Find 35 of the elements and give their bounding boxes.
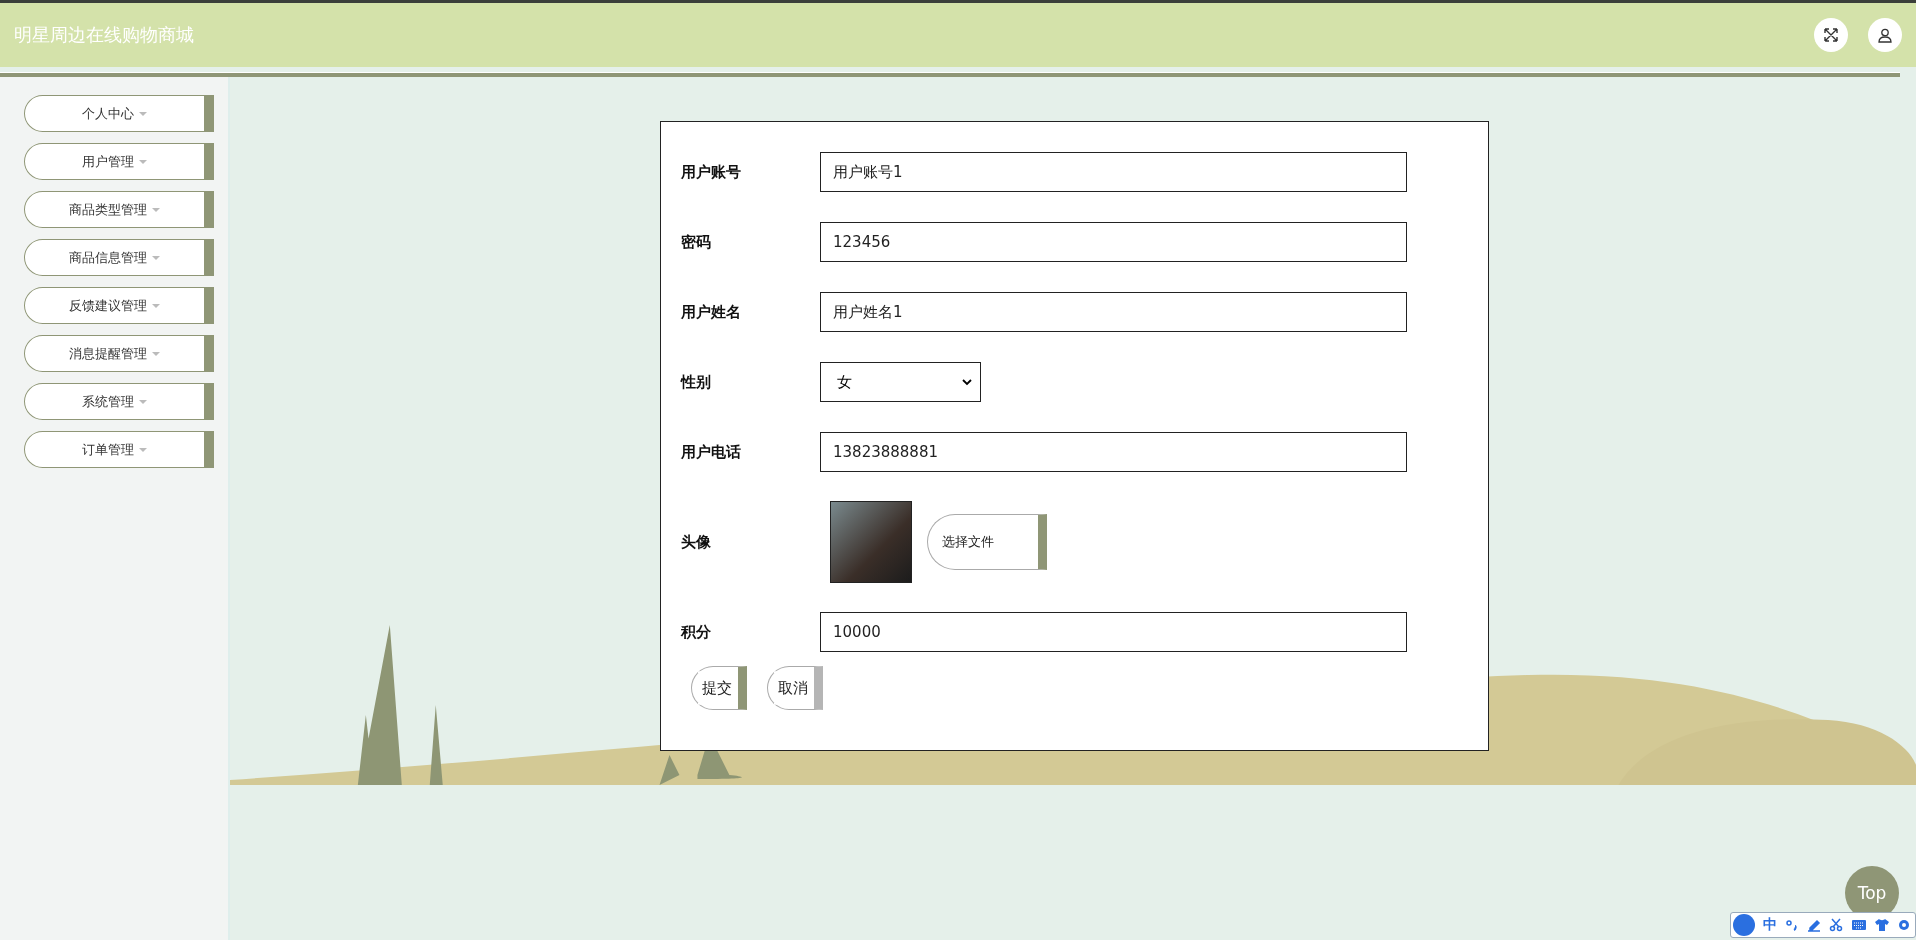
sidebar-menu-item[interactable]: 反馈建议管理 [24,287,214,324]
field-label: 积分 [681,622,712,642]
field-label: 头像 [681,532,712,552]
sidebar-menu-item[interactable]: 用户管理 [24,143,214,180]
settings-icon[interactable] [1897,918,1911,932]
pen-icon[interactable] [1807,918,1821,932]
form-button[interactable]: 取消 [767,666,823,710]
user-icon[interactable] [1868,18,1902,52]
sidebar-menu-item[interactable]: 个人中心 [24,95,214,132]
ime-mode-toggle[interactable]: 中 [1763,916,1777,934]
form-button[interactable]: 提交 [691,666,747,710]
input-field[interactable]: 123456 [820,222,1407,262]
field-label: 用户姓名 [681,302,742,322]
sidebar-menu-item[interactable]: 订单管理 [24,431,214,468]
site-title: 明星周边在线购物商城 [14,23,194,47]
sidebar-menu-item[interactable]: 商品信息管理 [24,239,214,276]
input-field[interactable]: 用户姓名1 [820,292,1407,332]
punctuation-icon[interactable] [1785,918,1799,932]
chevron-down-icon [962,378,972,386]
input-field[interactable]: 13823888881 [820,432,1407,472]
keyboard-icon[interactable] [1851,918,1867,932]
fullscreen-icon[interactable] [1814,18,1848,52]
field-label: 用户账号 [681,162,742,182]
choose-file-button[interactable]: 选择文件 [927,514,1047,570]
shirt-icon[interactable] [1875,918,1889,932]
sidebar-menu-item[interactable]: 消息提醒管理 [24,335,214,372]
scissors-icon[interactable] [1829,918,1843,932]
select-field[interactable]: 女 [820,362,981,402]
sidebar-menu-item[interactable]: 商品类型管理 [24,191,214,228]
input-field[interactable]: 用户账号1 [820,152,1407,192]
input-field[interactable]: 10000 [820,612,1407,652]
sidebar-menu-item[interactable]: 系统管理 [24,383,214,420]
field-label: 用户电话 [681,442,742,462]
field-label: 性别 [681,372,712,392]
field-label: 密码 [681,232,712,252]
